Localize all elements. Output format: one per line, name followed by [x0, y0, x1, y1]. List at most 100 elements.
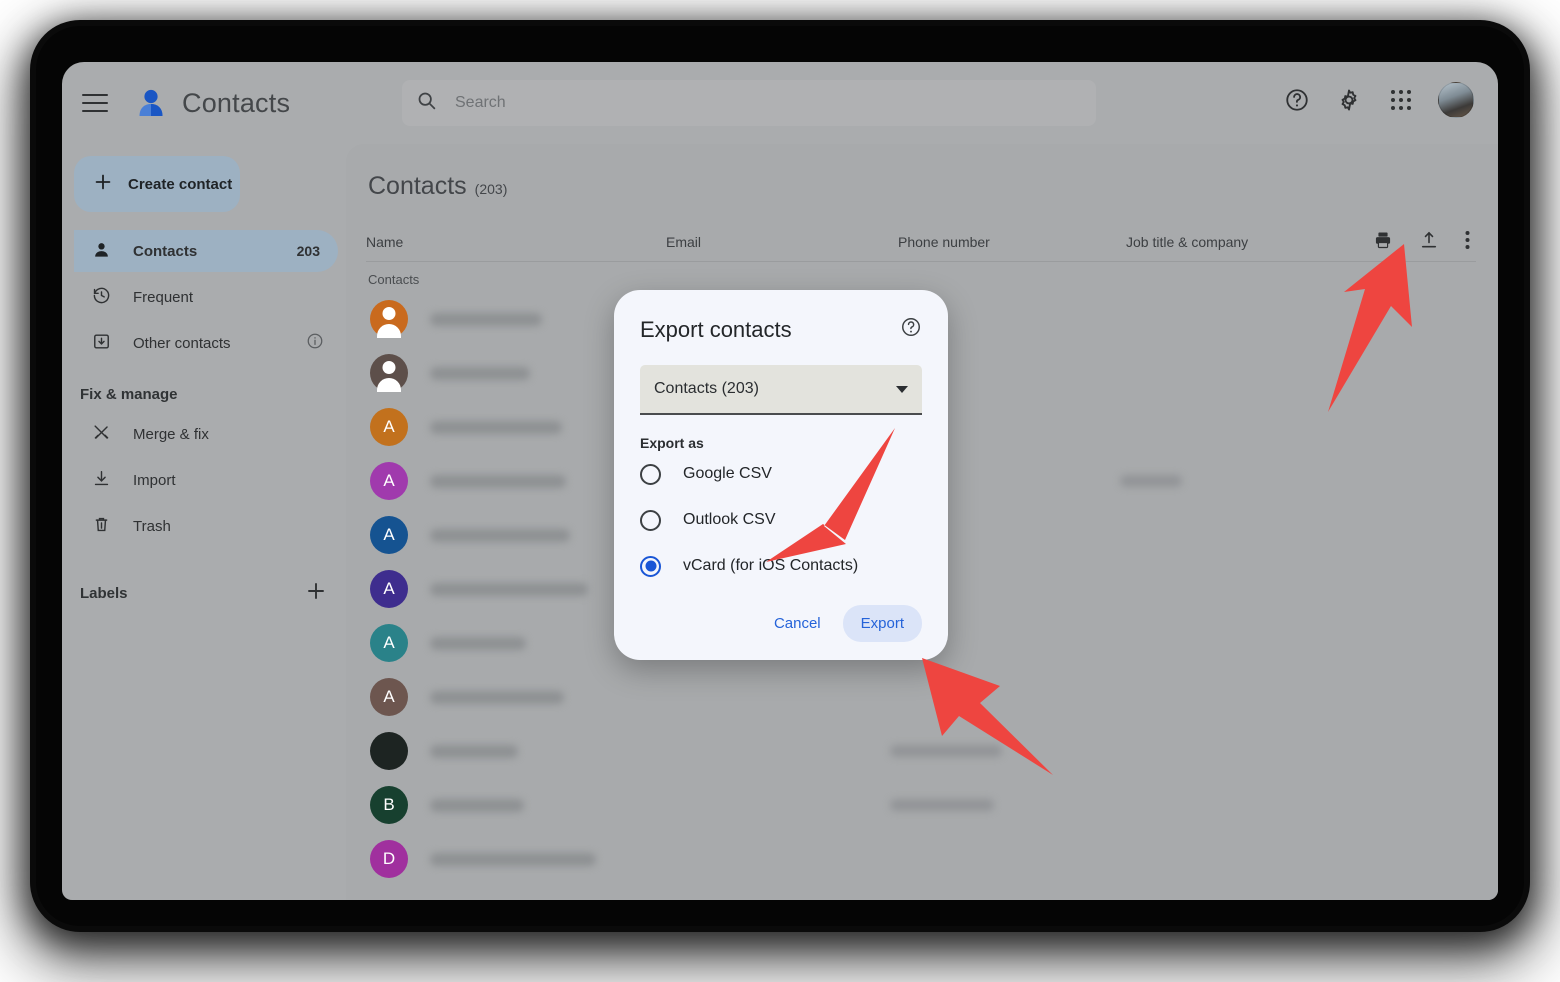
sidebar-item-label: Frequent	[133, 288, 194, 306]
contact-name-redacted	[430, 636, 526, 650]
add-label-plus-icon[interactable]	[304, 579, 328, 608]
column-header-email[interactable]: Email	[666, 234, 898, 250]
radio-label: vCard (for iOS Contacts)	[683, 557, 859, 574]
create-contact-button[interactable]: Create contact	[74, 156, 240, 212]
print-icon[interactable]	[1373, 230, 1393, 253]
radio-option-outlook-csv[interactable]: Outlook CSV	[640, 497, 922, 543]
column-header-job[interactable]: Job title & company	[1126, 234, 1373, 250]
radio-indicator	[640, 509, 661, 531]
table-toolbar	[1373, 230, 1476, 253]
sidebar-item-label: Merge & fix	[133, 425, 209, 443]
table-header: Name Email Phone number Job title & comp…	[366, 222, 1476, 262]
sidebar-item-label: Contacts	[133, 242, 198, 260]
info-icon[interactable]	[306, 332, 324, 354]
contact-name-redacted	[430, 474, 566, 488]
sidebar: Create contact Contacts 203 Frequent Oth…	[62, 144, 346, 900]
contact-phone-redacted	[890, 745, 1002, 757]
table-row[interactable]: A	[360, 670, 1498, 724]
header-actions	[1282, 82, 1474, 118]
page-title-count: (203)	[474, 181, 508, 197]
help-icon[interactable]	[1282, 85, 1312, 115]
radio-option-vcard[interactable]: vCard (for iOS Contacts)	[640, 543, 922, 589]
radio-option-google-csv[interactable]: Google CSV	[640, 451, 922, 497]
sidebar-nav: Contacts 203 Frequent Other contacts	[62, 230, 346, 364]
export-button[interactable]: Export	[842, 605, 922, 642]
contacts-app-window: Contacts Search Create contact Contacts …	[62, 62, 1498, 900]
contact-name-redacted	[430, 528, 570, 542]
history-clock-icon	[92, 286, 111, 309]
contact-avatar	[370, 300, 408, 338]
app-top-bar: Contacts Search	[62, 62, 1498, 144]
export-format-radio-group: Google CSV Outlook CSV vCard (for iOS Co…	[640, 451, 922, 589]
export-contacts-dialog: Export contacts Contacts (203) Export as	[614, 290, 948, 660]
radio-indicator-selected	[640, 555, 661, 577]
archive-down-icon	[92, 332, 111, 355]
dialog-header: Export contacts	[640, 316, 922, 343]
column-header-name[interactable]: Name	[366, 234, 666, 250]
contact-name-redacted	[430, 366, 530, 380]
sidebar-manage-nav: Merge & fix Import Trash	[62, 413, 346, 547]
contact-name-redacted	[430, 798, 524, 812]
sidebar-item-frequent[interactable]: Frequent	[74, 276, 338, 318]
cancel-button[interactable]: Cancel	[758, 605, 837, 642]
contact-avatar: A	[370, 678, 408, 716]
account-avatar[interactable]	[1438, 82, 1474, 118]
labels-label: Labels	[80, 584, 128, 602]
app-title: Contacts	[182, 87, 291, 118]
export-upload-icon[interactable]	[1419, 230, 1439, 253]
merge-tools-icon	[92, 423, 111, 446]
contact-phone-redacted	[890, 799, 994, 811]
google-apps-grid-icon[interactable]	[1386, 85, 1416, 115]
create-contact-label: Create contact	[128, 175, 233, 193]
more-options-icon[interactable]	[1465, 230, 1470, 253]
plus-icon	[92, 171, 114, 198]
sidebar-section-label: Fix & manage	[80, 386, 178, 403]
dialog-title: Export contacts	[640, 316, 792, 342]
chevron-down-icon	[896, 385, 908, 393]
sidebar-item-trash[interactable]: Trash	[74, 505, 338, 547]
sidebar-item-import[interactable]: Import	[74, 459, 338, 501]
person-icon	[92, 240, 111, 263]
sidebar-contacts-count: 203	[296, 243, 320, 259]
table-row[interactable]: B	[360, 778, 1498, 832]
dialog-actions: Cancel Export	[640, 605, 922, 642]
contact-avatar: A	[370, 570, 408, 608]
radio-label: Google CSV	[683, 465, 772, 482]
column-header-phone[interactable]: Phone number	[898, 234, 1126, 250]
contact-avatar: B	[370, 786, 408, 824]
sidebar-item-contacts[interactable]: Contacts 203	[74, 230, 338, 272]
contact-avatar: A	[370, 624, 408, 662]
search-bar[interactable]: Search	[402, 80, 1096, 126]
contacts-group-select[interactable]: Contacts (203)	[640, 365, 922, 415]
import-download-icon	[92, 469, 111, 492]
contact-avatar: D	[370, 840, 408, 878]
sidebar-item-label: Import	[133, 471, 176, 489]
contact-name-redacted	[430, 312, 542, 326]
search-input[interactable]: Search	[455, 94, 506, 112]
sidebar-item-label: Trash	[133, 517, 171, 535]
screenshot-root: Contacts Search Create contact Contacts …	[0, 0, 1560, 982]
search-icon	[416, 90, 437, 116]
sidebar-item-label: Other contacts	[133, 334, 231, 352]
sidebar-item-other-contacts[interactable]: Other contacts	[74, 322, 338, 364]
table-row[interactable]	[360, 724, 1498, 778]
settings-gear-icon[interactable]	[1334, 85, 1364, 115]
contact-avatar: A	[370, 516, 408, 554]
help-circle-icon[interactable]	[900, 316, 922, 343]
contact-avatar	[370, 354, 408, 392]
contact-name-redacted	[430, 744, 518, 758]
hamburger-menu-icon[interactable]	[82, 94, 108, 112]
table-row[interactable]: D	[360, 832, 1498, 886]
contact-avatar	[370, 732, 408, 770]
sidebar-item-merge-fix[interactable]: Merge & fix	[74, 413, 338, 455]
contact-name-redacted	[430, 582, 588, 596]
labels-header: Labels	[62, 573, 346, 613]
trash-icon	[92, 515, 111, 538]
page-title: Contacts (203)	[368, 172, 507, 201]
contact-job-redacted	[1120, 475, 1182, 487]
contact-avatar: A	[370, 462, 408, 500]
contact-name-redacted	[430, 420, 562, 434]
contact-name-redacted	[430, 690, 564, 704]
contacts-group-label: Contacts	[368, 272, 420, 287]
page-title-text: Contacts	[368, 172, 467, 200]
